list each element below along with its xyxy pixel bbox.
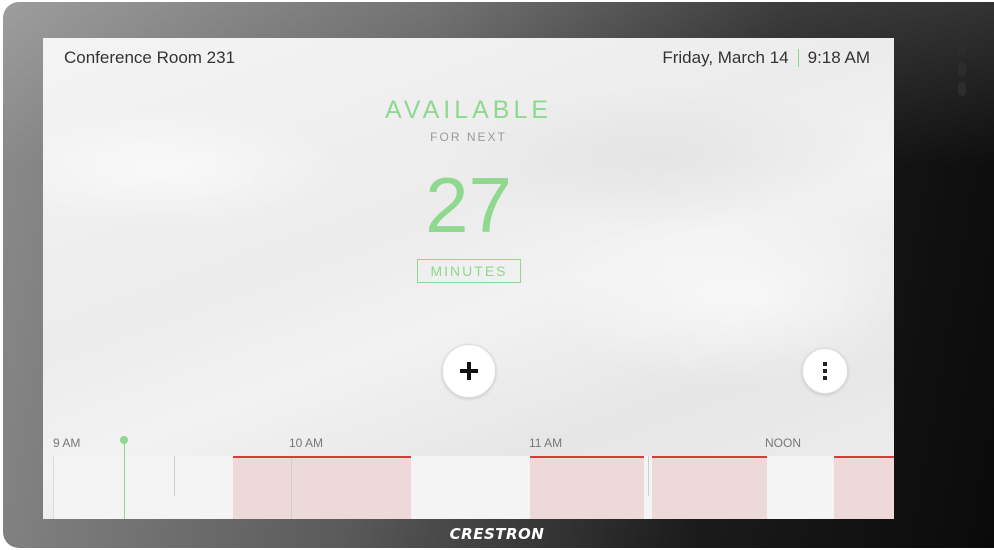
timeline-label-11am: 11 AM [529,436,563,450]
brand-logo: CRESTRON [449,525,545,543]
timeline-label-10am: 10 AM [289,436,324,450]
add-reservation-button[interactable] [442,344,496,398]
current-time-marker [120,436,128,444]
timeline-gridline [174,456,175,496]
more-vertical-icon [823,362,827,380]
timeline-gridline [291,458,292,519]
date-time-divider [797,49,799,67]
current-date: Friday, March 14 [662,48,789,67]
availability-status: AVAILABLE [384,96,553,124]
timeline-track[interactable] [53,444,894,519]
scheduling-screen: Conference Room 231 Friday, March 14 9:1… [43,38,894,519]
reserved-block[interactable] [233,456,411,519]
availability-sublabel: FOR NEXT [430,130,507,144]
timeline-gridline [648,456,649,496]
timeline-label-noon: NOON [765,436,801,450]
more-options-button[interactable] [802,348,848,394]
date-time: Friday, March 14 9:18 AM [662,48,870,68]
reserved-block[interactable] [834,456,894,519]
device-sensor [958,42,968,106]
plus-icon [460,362,478,380]
timeline-label-9am: 9 AM [53,436,81,450]
remaining-count: 27 [425,161,512,249]
reserved-block[interactable] [530,456,644,519]
room-name: Conference Room 231 [64,48,236,67]
current-time: 9:18 AM [807,48,870,67]
reserved-block[interactable] [652,456,767,519]
remaining-unit: MINUTES [417,259,521,283]
current-time-line [124,444,125,519]
